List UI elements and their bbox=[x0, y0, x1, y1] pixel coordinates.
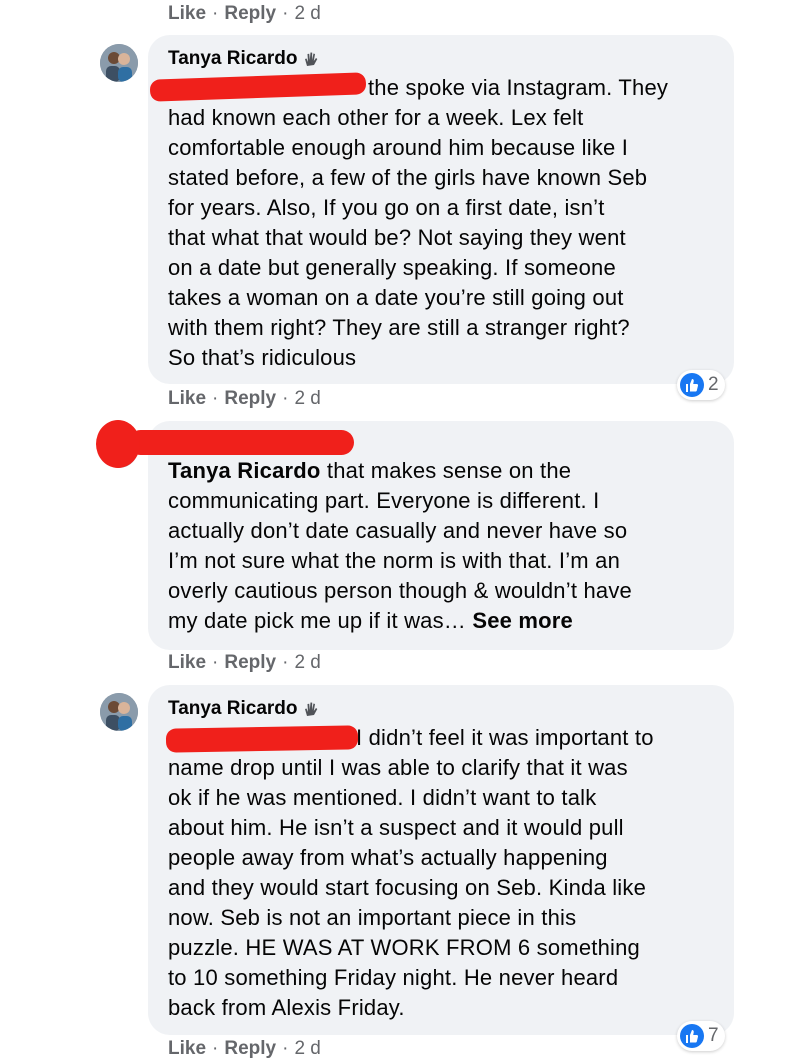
comment-line: to 10 something Friday night. He never h… bbox=[168, 965, 619, 990]
comment-line: overly cautious person though & wouldn’t… bbox=[168, 578, 632, 603]
redaction-mark bbox=[128, 430, 354, 455]
comment-text: I didn’t feel it was important to name d… bbox=[168, 723, 714, 1023]
comment-line: for years. Also, If you go on a first da… bbox=[168, 195, 605, 220]
comment-line-rest: that makes sense on the bbox=[320, 458, 572, 483]
reply-link[interactable]: Reply bbox=[224, 388, 276, 410]
comment-line: back from Alexis Friday. bbox=[168, 995, 405, 1020]
hand-wave-icon bbox=[304, 52, 317, 66]
comment-line: comfortable enough around him because li… bbox=[168, 135, 629, 160]
reaction-number: 7 bbox=[708, 1025, 719, 1046]
reply-link[interactable]: Reply bbox=[224, 3, 276, 25]
separator: · bbox=[212, 3, 219, 24]
comment-author[interactable]: Tanya Ricardo bbox=[168, 45, 320, 73]
comment-line: about him. He isn’t a suspect and it wou… bbox=[168, 815, 624, 840]
truncated-text: my date pick me up if it was… bbox=[168, 608, 467, 633]
reply-link[interactable]: Reply bbox=[224, 652, 276, 674]
comment-bubble: Tanya Ricardo that makes sense on the co… bbox=[148, 421, 734, 650]
author-name[interactable]: Tanya Ricardo bbox=[168, 48, 298, 70]
comment-actions: Like · Reply · 2 d bbox=[168, 652, 321, 674]
comment-line: actually don’t date casually and never h… bbox=[168, 518, 628, 543]
comment-line: I’m not sure what the norm is with that.… bbox=[168, 548, 621, 573]
comment-line: people away from what’s actually happeni… bbox=[168, 845, 608, 870]
author-name[interactable]: Tanya Ricardo bbox=[168, 698, 298, 720]
like-link[interactable]: Like bbox=[168, 652, 206, 674]
separator: · bbox=[282, 388, 289, 409]
mention-link[interactable]: Tanya Ricardo bbox=[168, 458, 321, 483]
comment-line: So that’s ridiculous bbox=[168, 345, 357, 370]
like-link[interactable]: Like bbox=[168, 3, 206, 25]
timestamp[interactable]: 2 d bbox=[294, 3, 320, 25]
reaction-number: 2 bbox=[708, 374, 719, 395]
comment-line: on a date but generally speaking. If som… bbox=[168, 255, 616, 280]
like-link[interactable]: Like bbox=[168, 388, 206, 410]
timestamp[interactable]: 2 d bbox=[294, 652, 320, 674]
comment-actions: Like · Reply · 2 d bbox=[168, 3, 321, 25]
separator: · bbox=[282, 652, 289, 673]
separator: · bbox=[282, 1038, 289, 1059]
comment-actions: Like · Reply · 2 d bbox=[168, 388, 321, 410]
like-link[interactable]: Like bbox=[168, 1038, 206, 1060]
comment-line: takes a woman on a date you’re still goi… bbox=[168, 285, 624, 310]
profile-photo bbox=[100, 44, 138, 82]
comment-line: Tanya Ricardo that makes sense on the bbox=[168, 456, 714, 486]
reaction-count[interactable]: 2 bbox=[677, 370, 725, 400]
separator: · bbox=[282, 3, 289, 24]
comment-line: stated before, a few of the girls have k… bbox=[168, 165, 648, 190]
avatar[interactable] bbox=[100, 44, 138, 82]
comment-line: and they would start focusing on Seb. Ki… bbox=[168, 875, 647, 900]
timestamp[interactable]: 2 d bbox=[294, 1038, 320, 1060]
comment-line: puzzle. HE WAS AT WORK FROM 6 something bbox=[168, 935, 640, 960]
thumbs-up-icon bbox=[680, 1024, 704, 1048]
comment-line: ok if he was mentioned. I didn’t want to… bbox=[168, 785, 597, 810]
comment-actions: Like · Reply · 2 d bbox=[168, 1038, 321, 1060]
comment-line: that what that would be? Not saying they… bbox=[168, 225, 626, 250]
comment-text: Tanya Ricardo that makes sense on the co… bbox=[168, 456, 714, 636]
profile-photo bbox=[100, 693, 138, 731]
reaction-count[interactable]: 7 bbox=[677, 1021, 725, 1051]
comment-line: my date pick me up if it was… See more bbox=[168, 606, 714, 636]
comment-line: now. Seb is not an important piece in th… bbox=[168, 905, 577, 930]
redaction-mark bbox=[96, 420, 140, 468]
comment-line: communicating part. Everyone is differen… bbox=[168, 488, 600, 513]
comment-author[interactable]: Tanya Ricardo bbox=[168, 695, 320, 723]
timestamp[interactable]: 2 d bbox=[294, 388, 320, 410]
thumbs-up-icon bbox=[680, 373, 704, 397]
separator: · bbox=[212, 652, 219, 673]
separator: · bbox=[212, 1038, 219, 1059]
see-more-link[interactable]: See more bbox=[472, 608, 573, 633]
redaction-mark bbox=[165, 725, 359, 753]
comment-line: name drop until I was able to clarify th… bbox=[168, 755, 628, 780]
hand-wave-icon bbox=[304, 702, 317, 716]
comment-line: had known each other for a week. Lex fel… bbox=[168, 105, 584, 130]
comment-text: the spoke via Instagram. They had known … bbox=[168, 73, 714, 373]
separator: · bbox=[212, 388, 219, 409]
comment-line: with them right? They are still a strang… bbox=[168, 315, 630, 340]
reply-link[interactable]: Reply bbox=[224, 1038, 276, 1060]
avatar[interactable] bbox=[100, 693, 138, 731]
